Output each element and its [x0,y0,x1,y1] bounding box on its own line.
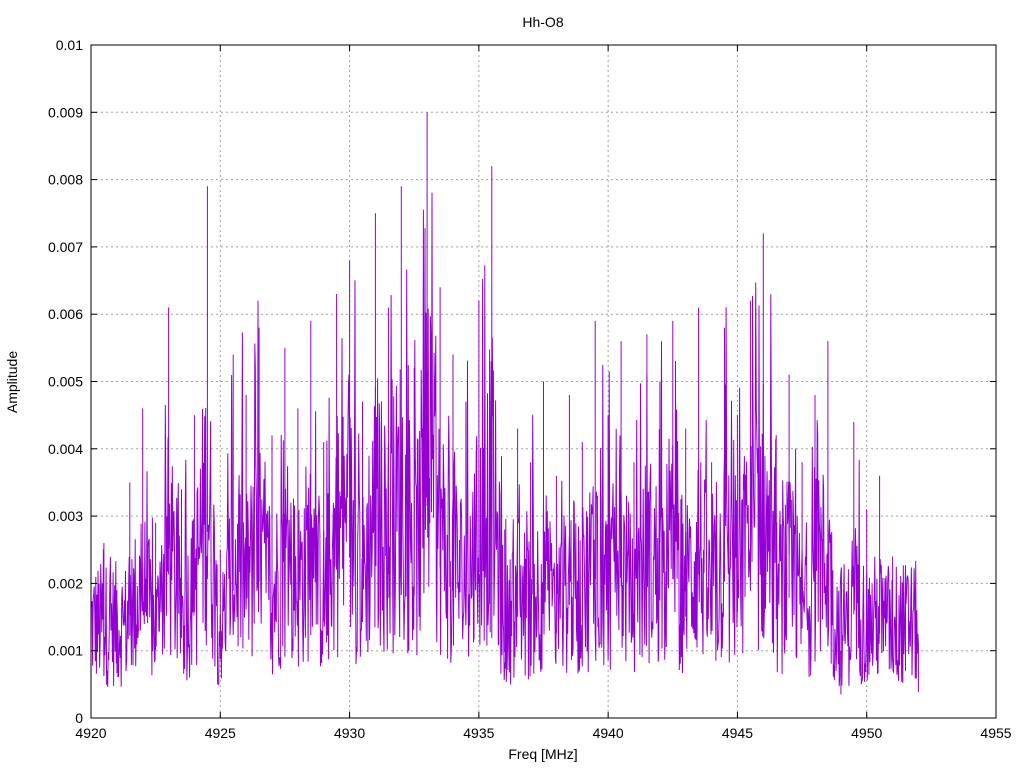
y-tick-label: 0.003 [48,508,83,524]
x-tick-label: 4930 [334,725,365,741]
y-tick-label: 0 [75,710,83,726]
x-tick-label: 4950 [851,725,882,741]
y-axis-label: Amplitude [4,351,20,413]
x-tick-label: 4955 [980,725,1011,741]
x-tick-label: 4920 [75,725,106,741]
x-tick-label: 4945 [722,725,753,741]
amplitude-chart: Hh-O8 4920 4925 4930 4935 4940 4945 4950 4955 0 0… [4,14,1012,762]
y-tick-label: 0.004 [48,441,83,457]
y-tick-label: 0.01 [56,37,83,53]
y-tick-label: 0.001 [48,643,83,659]
y-tick-label: 0.008 [48,172,83,188]
y-tick-label: 0.006 [48,306,83,322]
y-tick-label: 0.009 [48,104,83,120]
y-tick-label: 0.007 [48,239,83,255]
y-tick-label: 0.005 [48,374,83,390]
chart-title: Hh-O8 [522,14,563,30]
x-tick-label: 4940 [593,725,624,741]
y-tick-label: 0.002 [48,575,83,591]
x-axis-label: Freq [MHz] [508,746,577,762]
x-tick-label: 4925 [205,725,236,741]
series-layer [90,112,919,716]
x-tick-label: 4935 [463,725,494,741]
